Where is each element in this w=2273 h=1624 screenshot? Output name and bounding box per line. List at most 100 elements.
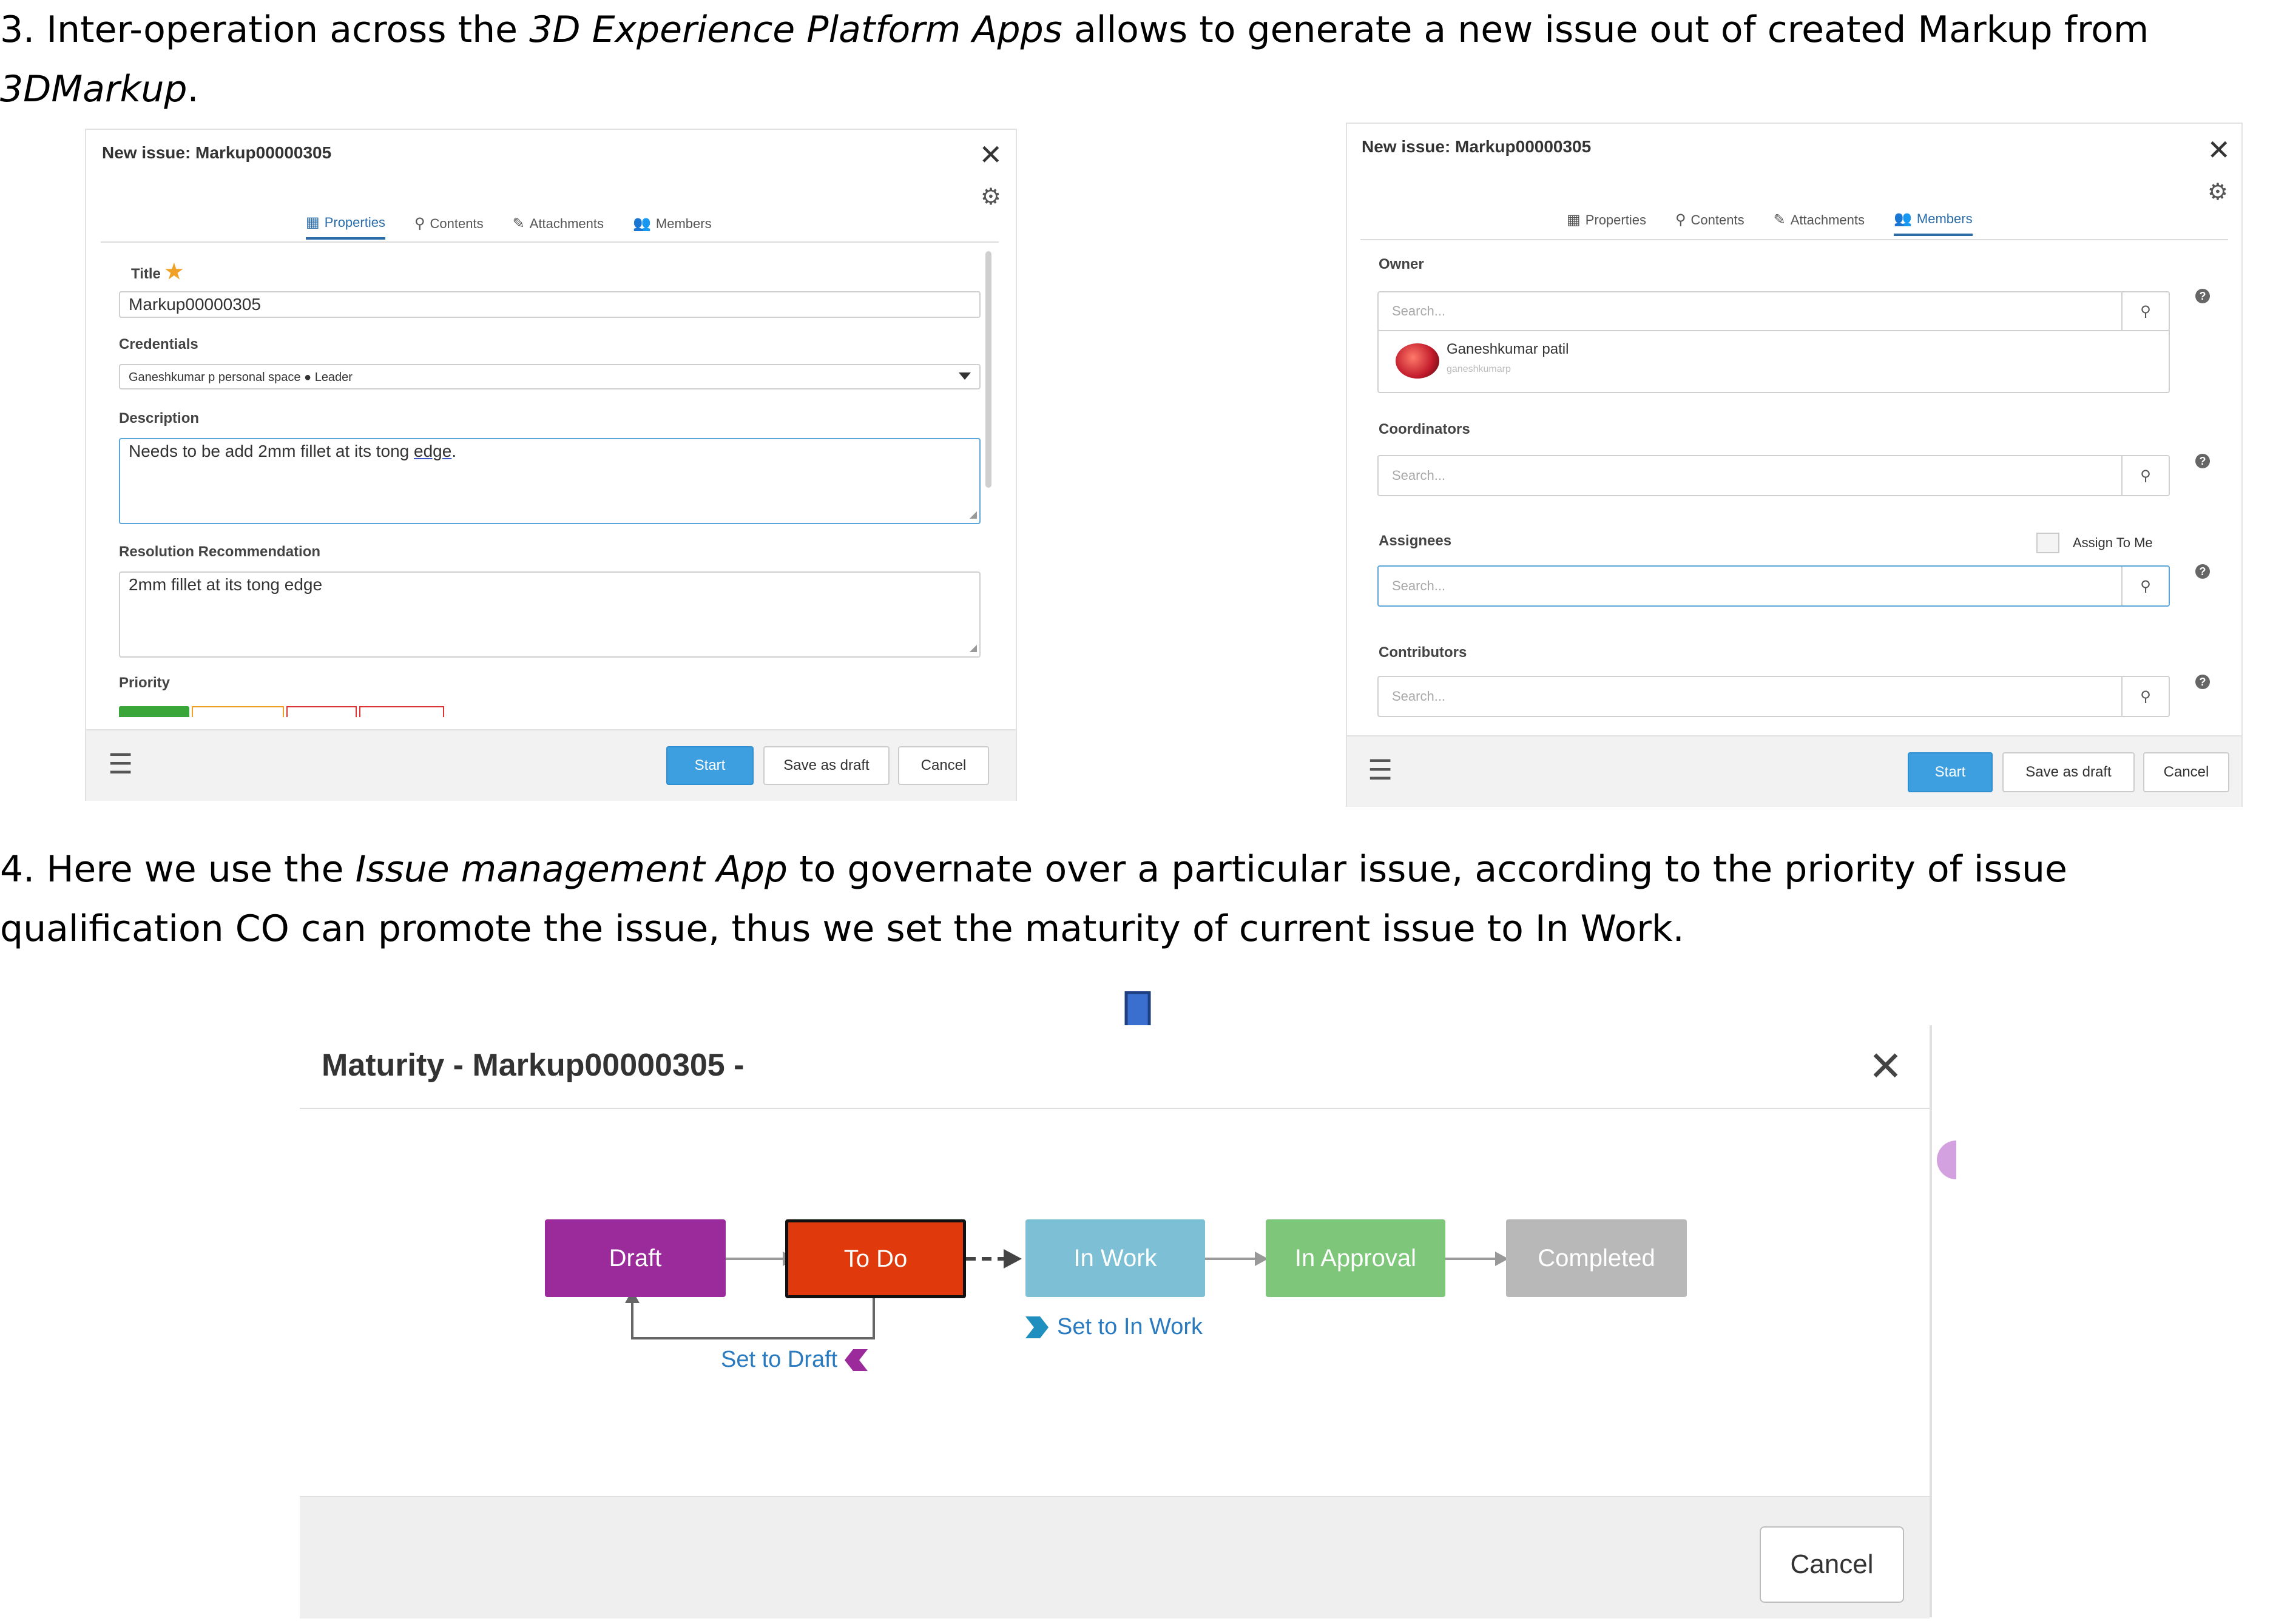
description-textarea[interactable]: Needs to be add 2mm fillet at its tong e… — [119, 438, 981, 524]
close-icon[interactable]: ✕ — [2207, 136, 2231, 164]
tab-contents[interactable]: ⚲ Contents — [1675, 210, 1744, 236]
tab-contents[interactable]: ⚲ Contents — [414, 214, 484, 240]
step3-markup-name: 3DMarkup — [0, 68, 187, 110]
users-icon: 👥 — [1894, 211, 1912, 227]
table-icon: ▦ — [1567, 212, 1581, 228]
pin-icon: ⚲ — [414, 215, 425, 232]
assignees-label: Assignees — [1379, 533, 1452, 549]
coordinators-label: Coordinators — [1379, 421, 1470, 437]
save-as-draft-button[interactable]: Save as draft — [763, 746, 890, 785]
search-icon[interactable]: ⚲ — [2121, 456, 2169, 495]
scrollbar[interactable] — [985, 251, 991, 488]
chevron-right-icon — [1025, 1316, 1049, 1338]
step3-app-name: 3D Experience Platform Apps — [529, 8, 1062, 51]
cancel-button[interactable]: Cancel — [1760, 1526, 1904, 1603]
paperclip-icon: ✎ — [512, 215, 525, 232]
contributors-search-input[interactable]: Search... ⚲ — [1377, 676, 2170, 717]
avatar — [1396, 343, 1439, 379]
tab-attachments[interactable]: ✎ Attachments — [513, 214, 604, 240]
dialog-title: New issue: Markup00000305 — [102, 143, 332, 162]
required-star-icon: ★ — [164, 260, 184, 283]
state-in-work[interactable]: In Work — [1025, 1219, 1205, 1297]
dialog-footer: ☰ Start Save as draft Cancel — [86, 729, 1016, 801]
dialog-tabs: ▦ Properties ⚲ Contents ✎ Attachments 👥 Memb… — [1567, 210, 1973, 236]
step3-prefix: 3. Inter-operation across the — [0, 8, 530, 51]
owner-label: Owner — [1379, 256, 1424, 272]
table-icon: ▦ — [306, 214, 320, 231]
owner-entry: Ganeshkumar patil ganeshkumarp — [1377, 330, 2170, 393]
help-icon[interactable]: ? — [2195, 675, 2210, 689]
new-issue-dialog-properties: New issue: Markup00000305 ✕ ⚙ ▦ Propertie… — [85, 129, 1017, 801]
search-icon[interactable]: ⚲ — [2121, 567, 2169, 605]
resolution-label: Resolution Recommendation — [119, 544, 321, 560]
assign-to-me-checkbox[interactable] — [2036, 533, 2059, 553]
save-as-draft-button[interactable]: Save as draft — [2002, 752, 2135, 792]
dialog-tabs: ▦ Properties ⚲ Contents ✎ Attachments 👥 Memb… — [306, 214, 712, 240]
help-icon[interactable]: ? — [2195, 289, 2210, 303]
step4-paragraph-line2: qualification CO can promote the issue, … — [0, 908, 1684, 950]
coordinators-search-input[interactable]: Search... ⚲ — [1377, 455, 2170, 496]
state-completed[interactable]: Completed — [1506, 1219, 1687, 1297]
resolution-textarea[interactable]: 2mm fillet at its tong edge ◢ — [119, 571, 981, 658]
credentials-select[interactable]: Ganeshkumar p personal space ● Leader — [119, 364, 981, 389]
gear-icon[interactable]: ⚙ — [2207, 181, 2228, 204]
start-button[interactable]: Start — [666, 746, 754, 785]
resize-handle-icon[interactable]: ◢ — [970, 642, 977, 654]
start-button[interactable]: Start — [1908, 752, 1993, 792]
step3-middle: allows to generate a new issue out of cr… — [1062, 8, 2149, 51]
tab-properties[interactable]: ▦ Properties — [306, 214, 385, 240]
search-icon[interactable]: ⚲ — [2121, 292, 2169, 330]
help-icon[interactable]: ? — [2195, 564, 2210, 579]
pin-icon: ⚲ — [1675, 212, 1686, 228]
scroll-handle[interactable] — [1937, 1141, 1956, 1179]
chevron-down-icon — [959, 372, 971, 380]
priority-medium-option[interactable] — [192, 706, 284, 717]
cancel-button[interactable]: Cancel — [898, 746, 989, 785]
priority-label: Priority — [119, 675, 171, 691]
users-icon: 👥 — [633, 215, 651, 232]
new-issue-dialog-members: New issue: Markup00000305 ✕ ⚙ ▦ Propertie… — [1346, 123, 2243, 807]
tab-divider — [1360, 239, 2228, 240]
search-icon[interactable]: ⚲ — [2121, 677, 2169, 716]
assign-to-me-label: Assign To Me — [2073, 535, 2153, 550]
help-icon[interactable]: ? — [2195, 454, 2210, 468]
cancel-button[interactable]: Cancel — [2143, 752, 2229, 792]
owner-login: ganeshkumarp — [1447, 364, 1511, 374]
gear-icon[interactable]: ⚙ — [981, 186, 1001, 209]
tab-divider — [101, 241, 999, 243]
assignees-search-input[interactable]: Search... ⚲ — [1377, 565, 2170, 607]
menu-icon[interactable]: ☰ — [108, 750, 133, 778]
state-in-approval[interactable]: In Approval — [1266, 1219, 1445, 1297]
credentials-value: Ganeshkumar p personal space ● Leader — [129, 371, 353, 384]
priority-high-option[interactable] — [286, 706, 357, 717]
owner-search-input[interactable]: Search... ⚲ — [1377, 291, 2170, 331]
step3-suffix: . — [187, 68, 199, 110]
set-to-in-work-link[interactable]: Set to In Work — [1024, 1314, 1203, 1340]
priority-low-option[interactable] — [119, 706, 189, 717]
tab-members[interactable]: 👥 Members — [633, 214, 712, 240]
paperclip-icon: ✎ — [1773, 212, 1786, 228]
state-to-do[interactable]: To Do — [785, 1219, 966, 1298]
set-to-draft-link[interactable]: Set to Draft — [721, 1347, 869, 1373]
owner-name: Ganeshkumar patil — [1447, 341, 1569, 357]
tab-attachments[interactable]: ✎ Attachments — [1774, 210, 1865, 236]
maturity-footer: Cancel — [300, 1496, 1930, 1619]
dialog-footer: ☰ Start Save as draft Cancel — [1347, 735, 2241, 807]
dialog-title: New issue: Markup00000305 — [1362, 137, 1592, 156]
step3-paragraph: 3. Inter-operation across the 3D Experie… — [0, 0, 2273, 119]
menu-icon[interactable]: ☰ — [1368, 756, 1393, 784]
tab-properties[interactable]: ▦ Properties — [1567, 210, 1646, 236]
credentials-label: Credentials — [119, 336, 198, 352]
state-draft[interactable]: Draft — [545, 1219, 726, 1297]
chevron-left-icon — [845, 1349, 868, 1371]
title-label: Title ★ — [131, 260, 184, 283]
step4-paragraph-line1: 4. Here we use the Issue management App … — [0, 848, 2067, 891]
contributors-label: Contributors — [1379, 644, 1467, 661]
resize-handle-icon[interactable]: ◢ — [970, 508, 977, 521]
priority-urgent-option[interactable] — [359, 706, 444, 717]
description-label: Description — [119, 410, 200, 426]
step4-app-name: Issue management App — [355, 848, 788, 891]
close-icon[interactable]: ✕ — [979, 141, 1002, 169]
title-input[interactable]: Markup00000305 — [119, 291, 981, 318]
tab-members[interactable]: 👥 Members — [1894, 210, 1973, 236]
